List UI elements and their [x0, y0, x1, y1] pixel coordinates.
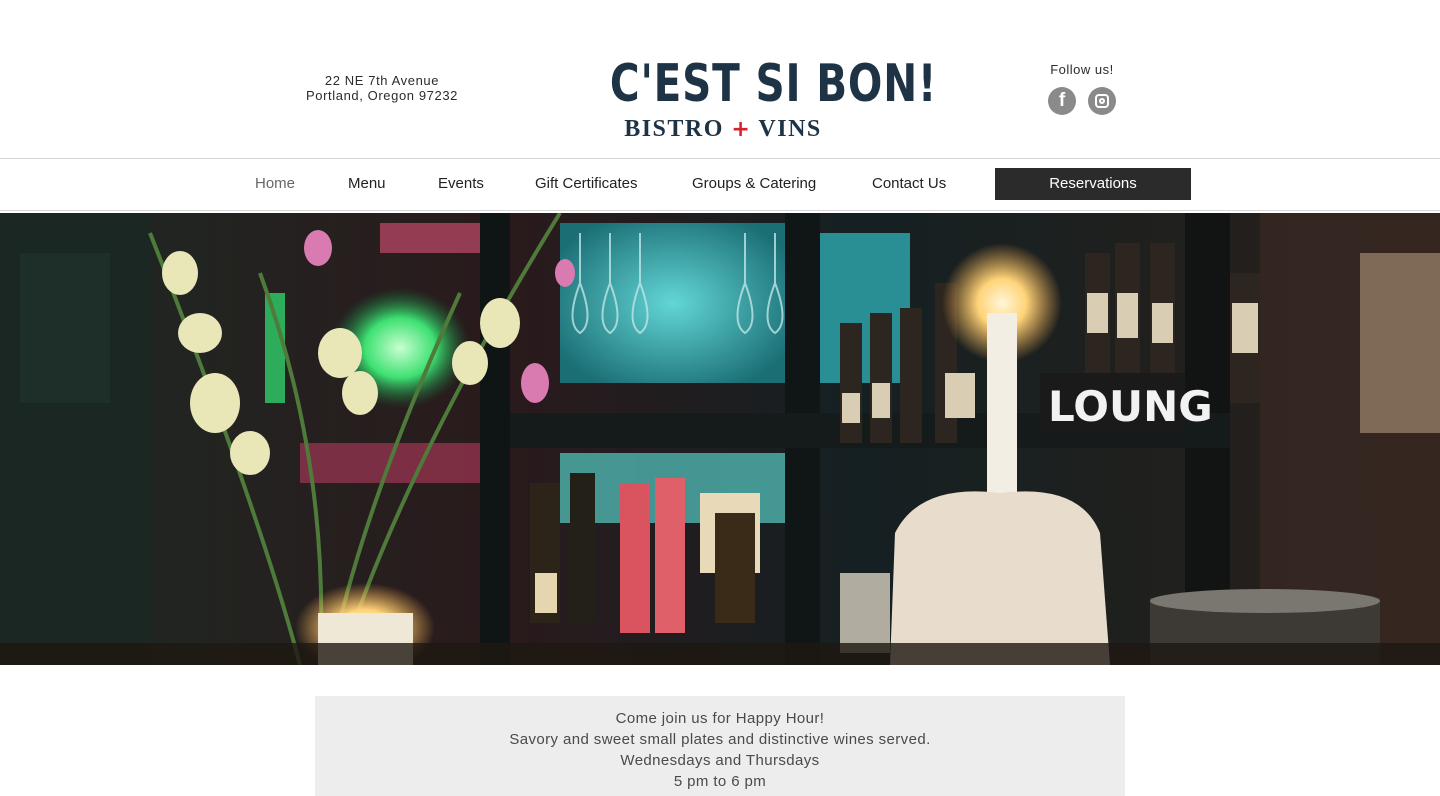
address: 22 NE 7th Avenue Portland, Oregon 97232 — [282, 73, 482, 103]
promo-line-2: Savory and sweet small plates and distin… — [509, 731, 931, 748]
address-line-2: Portland, Oregon 97232 — [306, 88, 458, 103]
nav-item-home[interactable]: Home — [255, 175, 295, 192]
nav-item-contact-us[interactable]: Contact Us — [872, 175, 946, 192]
site-logo[interactable]: C'EST SI BON! BISTRO + VINS — [578, 52, 938, 150]
reservations-button[interactable]: Reservations — [995, 168, 1191, 200]
hero-image: LOUNG — [0, 213, 1440, 665]
promo-line-1: Come join us for Happy Hour! — [615, 710, 825, 727]
lounge-sign-text: LOUNG — [1048, 382, 1213, 431]
main-nav: Home Menu Events Gift Certificates Group… — [0, 158, 1440, 211]
happy-hour-banner: Come join us for Happy Hour! Savory and … — [315, 696, 1125, 796]
logo-title: C'EST SI BON! — [609, 54, 938, 114]
promo-line-3: Wednesdays and Thursdays — [620, 752, 820, 769]
cross-icon: + — [731, 117, 752, 142]
nav-item-groups-catering[interactable]: Groups & Catering — [692, 175, 816, 192]
follow-label: Follow us! — [1050, 62, 1114, 77]
nav-item-menu[interactable]: Menu — [348, 175, 386, 192]
instagram-icon[interactable] — [1088, 87, 1116, 115]
nav-item-gift-certificates[interactable]: Gift Certificates — [535, 175, 638, 192]
facebook-icon[interactable]: f — [1048, 87, 1076, 115]
promo-line-4: 5 pm to 6 pm — [673, 773, 767, 790]
site-header: 22 NE 7th Avenue Portland, Oregon 97232 … — [0, 0, 1440, 158]
logo-subtitle: BISTRO + VINS — [578, 116, 868, 143]
nav-item-events[interactable]: Events — [438, 175, 484, 192]
logo-sub-right: VINS — [758, 116, 822, 142]
logo-sub-left: BISTRO — [624, 116, 724, 142]
address-line-1: 22 NE 7th Avenue — [324, 73, 440, 88]
